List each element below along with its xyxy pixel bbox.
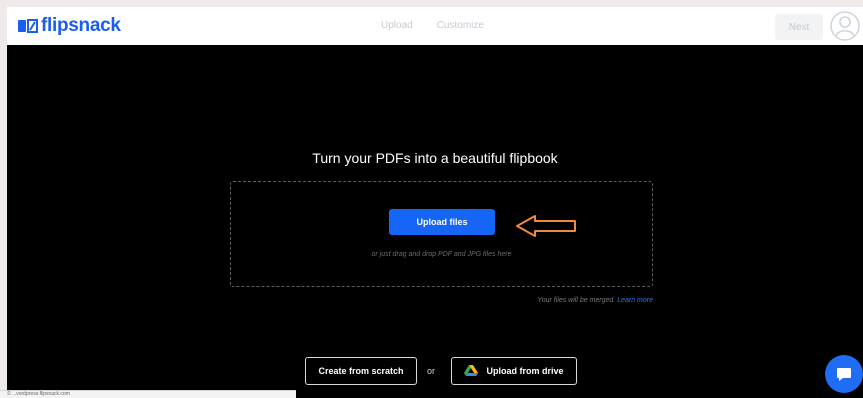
upload-from-drive-button[interactable]: Upload from drive: [451, 357, 577, 385]
learn-more-link[interactable]: Learn more: [617, 297, 653, 304]
app-window: flipsnack Upload Customize Next Turn you…: [7, 7, 863, 398]
chat-icon: [837, 368, 851, 381]
avatar-icon[interactable]: [830, 11, 860, 41]
browser-status-bar: © ...vordpress.flipsnack.com: [0, 390, 296, 398]
chat-button[interactable]: [825, 355, 863, 393]
nav-upload[interactable]: Upload: [381, 20, 413, 32]
arrow-annotation-icon: [516, 215, 576, 237]
flipsnack-logo-icon: [18, 19, 38, 33]
next-button[interactable]: Next: [775, 14, 823, 40]
logo[interactable]: flipsnack: [18, 16, 121, 36]
page-title: Turn your PDFs into a beautiful flipbook: [312, 150, 558, 166]
step-nav: Upload Customize: [381, 20, 484, 32]
upload-from-drive-label: Upload from drive: [486, 366, 564, 376]
create-from-scratch-button[interactable]: Create from scratch: [305, 357, 417, 385]
upload-files-button[interactable]: Upload files: [389, 209, 495, 235]
merge-note: Your files will be merged. Learn more: [427, 297, 653, 304]
logo-text: flipsnack: [41, 15, 121, 36]
merge-note-text: Your files will be merged.: [537, 297, 616, 304]
or-separator: or: [427, 366, 436, 376]
drop-hint: or just drag and drop PDF and JPG files …: [371, 251, 512, 258]
google-drive-icon: [464, 365, 479, 376]
top-bar: flipsnack Upload Customize Next: [7, 7, 863, 45]
nav-customize[interactable]: Customize: [437, 20, 484, 32]
